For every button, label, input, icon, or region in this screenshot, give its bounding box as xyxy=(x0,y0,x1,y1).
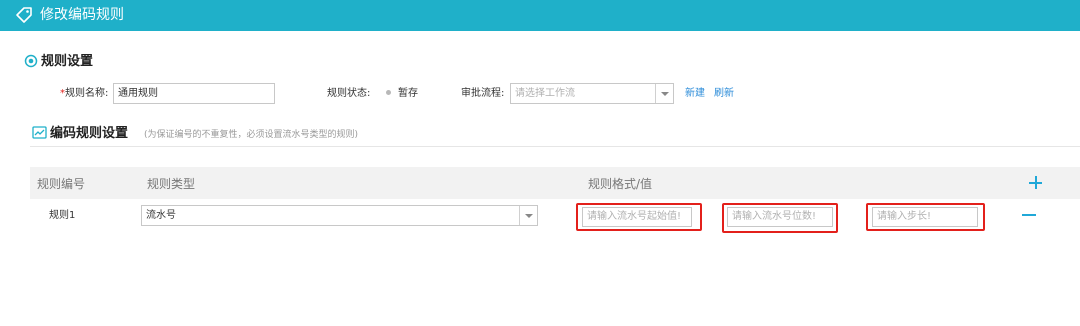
chevron-down-icon[interactable] xyxy=(655,84,673,103)
add-rule-icon[interactable] xyxy=(1029,176,1042,189)
rule-name-value: 通用规则 xyxy=(118,88,158,99)
encoding-settings-title: 编码规则设置 xyxy=(50,126,129,141)
rule-status-label: 规则状态: xyxy=(327,88,371,99)
rule-name-label: *规则名称: xyxy=(60,88,109,99)
rule-no-cell: 规则1 xyxy=(49,210,76,221)
title-bar: 修改编码规则 xyxy=(0,0,1080,31)
refresh-link[interactable]: 刷新 xyxy=(714,88,734,100)
column-header-rule-no: 规则编号 xyxy=(37,177,86,191)
section-divider xyxy=(30,146,1080,147)
approval-flow-label: 审批流程: xyxy=(461,88,505,99)
encoding-settings-hint: (为保证编号的不重复性，必须设置流水号类型的规则) xyxy=(144,130,359,140)
rule-name-input[interactable]: 通用规则 xyxy=(113,83,275,104)
column-header-rule-format: 规则格式/值 xyxy=(588,177,653,191)
settings-section-icon xyxy=(24,54,38,68)
approval-flow-placeholder: 请选择工作流 xyxy=(515,88,575,99)
encoding-section-icon xyxy=(32,126,47,139)
column-header-rule-type: 规则类型 xyxy=(147,177,196,191)
new-workflow-link[interactable]: 新建 xyxy=(685,88,705,100)
chevron-down-icon[interactable] xyxy=(519,206,537,225)
rule-type-value: 流水号 xyxy=(146,210,176,221)
serial-start-input[interactable]: 请输入流水号起始值! xyxy=(582,207,692,227)
serial-digits-input[interactable]: 请输入流水号位数! xyxy=(727,207,833,227)
status-dot-icon xyxy=(386,90,391,95)
rule-settings-title: 规则设置 xyxy=(41,54,94,69)
approval-flow-select[interactable]: 请选择工作流 xyxy=(510,83,674,104)
step-input[interactable]: 请输入步长! xyxy=(872,207,978,227)
tag-icon xyxy=(16,7,32,23)
rule-type-select[interactable]: 流水号 xyxy=(141,205,538,226)
remove-rule-icon[interactable] xyxy=(1022,214,1036,216)
page-title: 修改编码规则 xyxy=(40,7,124,23)
rule-status-value: 暂存 xyxy=(386,88,418,100)
